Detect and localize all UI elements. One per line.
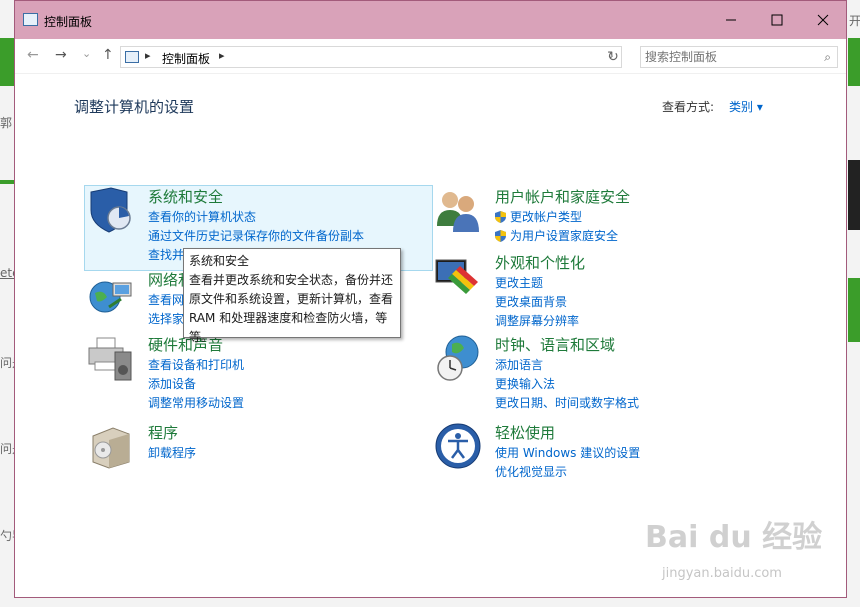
background-text: 郭 bbox=[0, 116, 13, 130]
refresh-icon: ↻ bbox=[607, 49, 619, 65]
view-by-dropdown[interactable]: 类别 ▾ bbox=[729, 98, 763, 115]
background-accent-bar bbox=[0, 38, 14, 86]
page-title: 调整计算机的设置 bbox=[74, 98, 195, 116]
maximize-button[interactable] bbox=[754, 1, 800, 39]
control-panel-window: 控制面板 ← → ⌄ ↑ ▸ 控制面板 ▸ ⌄ ↻ ⌕ 调整计算机的 bbox=[14, 0, 847, 598]
watermark-url: jingyan.baidu.com bbox=[662, 566, 782, 581]
network-globe-icon bbox=[89, 281, 132, 313]
category-title[interactable]: 用户帐户和家庭安全 bbox=[495, 186, 630, 207]
control-panel-icon bbox=[23, 13, 38, 26]
breadcrumb-control-panel[interactable]: 控制面板 bbox=[162, 50, 210, 67]
recent-locations-button[interactable]: ⌄ bbox=[82, 47, 91, 60]
link-optimize-display[interactable]: 优化视觉显示 bbox=[495, 463, 640, 482]
link-change-account-type[interactable]: 更改帐户类型 bbox=[495, 208, 618, 227]
link-devices-printers[interactable]: 查看设备和打印机 bbox=[148, 356, 244, 375]
link-label[interactable]: 更改帐户类型 bbox=[510, 210, 582, 224]
background-right-strip bbox=[848, 38, 860, 86]
close-button[interactable] bbox=[800, 1, 846, 39]
tooltip-body: 查看并更改系统和安全状态，备份并还原文件和系统设置，更新计算机，查看 RAM 和… bbox=[189, 273, 394, 344]
appearance-monitor-icon bbox=[435, 259, 478, 294]
link-label[interactable]: 为用户设置家庭安全 bbox=[510, 229, 618, 243]
users-icon bbox=[437, 192, 479, 232]
link-family-safety[interactable]: 为用户设置家庭安全 bbox=[495, 227, 618, 246]
minimize-button[interactable] bbox=[708, 1, 754, 39]
link-change-theme[interactable]: 更改主题 bbox=[495, 274, 579, 293]
background-accent-line bbox=[0, 180, 14, 184]
uac-shield-icon bbox=[495, 211, 506, 223]
link-add-language[interactable]: 添加语言 bbox=[495, 356, 639, 375]
background-text: 开 bbox=[849, 14, 860, 28]
ease-of-access-icon bbox=[435, 423, 481, 469]
link-desktop-background[interactable]: 更改桌面背景 bbox=[495, 293, 579, 312]
forward-button[interactable]: → bbox=[55, 47, 67, 63]
search-icon[interactable]: ⌕ bbox=[824, 50, 831, 65]
category-title[interactable]: 时钟、语言和区域 bbox=[495, 334, 615, 355]
link-recommended-settings[interactable]: 使用 Windows 建议的设置 bbox=[495, 444, 640, 463]
control-panel-icon bbox=[125, 51, 139, 63]
link-screen-resolution[interactable]: 调整屏幕分辨率 bbox=[495, 312, 579, 331]
address-bar[interactable]: ▸ 控制面板 ▸ ⌄ bbox=[120, 46, 622, 68]
link-file-history-backup[interactable]: 通过文件历史记录保存你的文件备份副本 bbox=[148, 227, 364, 246]
link-uninstall-program[interactable]: 卸载程序 bbox=[148, 444, 196, 463]
window-title: 控制面板 bbox=[44, 15, 93, 29]
printer-speaker-icon bbox=[88, 337, 132, 381]
category-title[interactable]: 外观和个性化 bbox=[495, 252, 585, 273]
tooltip-title: 系统和安全 bbox=[189, 254, 250, 268]
up-button[interactable]: ↑ bbox=[102, 47, 114, 63]
title-bar[interactable]: 控制面板 bbox=[15, 1, 846, 39]
link-add-device[interactable]: 添加设备 bbox=[148, 375, 244, 394]
link-date-time-format[interactable]: 更改日期、时间或数字格式 bbox=[495, 394, 639, 413]
maximize-icon bbox=[771, 14, 783, 26]
background-right-strip bbox=[848, 278, 860, 342]
link-view-computer-status[interactable]: 查看你的计算机状态 bbox=[148, 208, 364, 227]
search-box[interactable]: ⌕ bbox=[640, 46, 838, 68]
background-right-strip bbox=[848, 160, 860, 230]
category-title[interactable]: 程序 bbox=[148, 422, 178, 443]
category-tooltip: 系统和安全 查看并更改系统和安全状态，备份并还原文件和系统设置，更新计算机，查看… bbox=[183, 248, 401, 344]
navigation-bar: ← → ⌄ ↑ ▸ 控制面板 ▸ ⌄ ↻ ⌕ bbox=[15, 39, 846, 74]
breadcrumb-separator[interactable]: ▸ bbox=[219, 49, 225, 62]
link-mobility-settings[interactable]: 调整常用移动设置 bbox=[148, 394, 244, 413]
breadcrumb-separator[interactable]: ▸ bbox=[145, 49, 151, 62]
category-title[interactable]: 轻松使用 bbox=[495, 422, 555, 443]
link-change-input-method[interactable]: 更换输入法 bbox=[495, 375, 639, 394]
watermark-logo: Bai du 经验 bbox=[645, 520, 823, 555]
back-button[interactable]: ← bbox=[27, 47, 39, 63]
clock-globe-icon bbox=[437, 335, 479, 381]
view-by-label: 查看方式: bbox=[662, 100, 715, 114]
uac-shield-icon bbox=[495, 230, 506, 242]
search-input[interactable] bbox=[645, 49, 813, 65]
minimize-icon bbox=[726, 19, 736, 21]
shield-gauge-icon bbox=[90, 187, 131, 233]
programs-box-icon bbox=[92, 427, 130, 469]
close-icon bbox=[817, 14, 829, 26]
refresh-button[interactable]: ↻ bbox=[601, 46, 625, 68]
category-title[interactable]: 系统和安全 bbox=[148, 186, 223, 207]
